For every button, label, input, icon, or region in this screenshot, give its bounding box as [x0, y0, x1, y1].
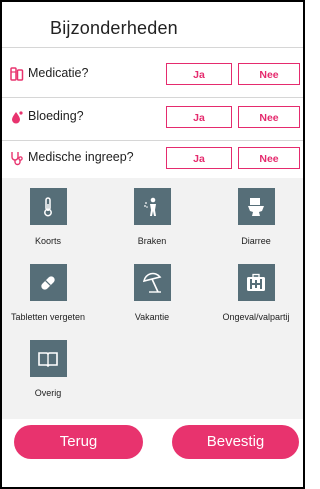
question-label: Bloeding?: [28, 109, 84, 123]
back-button[interactable]: Terug: [14, 425, 143, 459]
question-label: Medische ingreep?: [28, 150, 134, 164]
category-braken[interactable]: Braken: [106, 188, 198, 246]
question-row-medicatie: Medicatie? Ja Nee: [0, 53, 305, 97]
category-tabletten-vergeten[interactable]: Tabletten vergeten: [2, 264, 94, 322]
confirm-button[interactable]: Bevestig: [172, 425, 299, 459]
category-label: Ongeval/valpartij: [222, 312, 290, 322]
category-overig[interactable]: Overig: [2, 340, 94, 398]
bloeding-no-button[interactable]: Nee: [238, 106, 300, 128]
category-koorts[interactable]: Koorts: [2, 188, 94, 246]
bloeding-yes-button[interactable]: Ja: [166, 106, 232, 128]
category-ongeval-valpartij[interactable]: Ongeval/valpartij: [210, 264, 302, 322]
first-aid-kit-icon: [237, 264, 275, 301]
question-row-medische-ingreep: Medische ingreep? Ja Nee: [0, 137, 305, 181]
capsule-icon: [29, 264, 67, 301]
toilet-icon: [237, 188, 275, 225]
thermometer-icon: [29, 188, 67, 225]
category-label: Vakantie: [134, 312, 170, 322]
page-title: Bijzonderheden: [50, 18, 178, 38]
pill-bottle-icon: [10, 66, 24, 82]
category-vakantie[interactable]: Vakantie: [106, 264, 198, 322]
open-book-icon: [29, 340, 67, 377]
question-row-bloeding: Bloeding? Ja Nee: [0, 96, 305, 140]
category-label: Braken: [137, 236, 167, 246]
blood-drop-icon: [10, 109, 24, 125]
category-label: Overig: [34, 388, 62, 398]
medische-ingreep-yes-button[interactable]: Ja: [166, 147, 232, 169]
beach-umbrella-icon: [133, 264, 171, 301]
medische-ingreep-no-button[interactable]: Nee: [238, 147, 300, 169]
stethoscope-icon: [10, 150, 24, 166]
category-label: Tabletten vergeten: [10, 312, 86, 322]
category-label: Koorts: [34, 236, 61, 246]
divider: [2, 47, 303, 48]
category-diarree[interactable]: Diarree: [210, 188, 302, 246]
category-grid: Koorts Braken Diarree Tabletten vergeten…: [2, 178, 303, 419]
vomiting-person-icon: [133, 188, 171, 225]
medicatie-yes-button[interactable]: Ja: [166, 63, 232, 85]
category-label: Diarree: [241, 236, 271, 246]
question-label: Medicatie?: [28, 66, 89, 80]
medicatie-no-button[interactable]: Nee: [238, 63, 300, 85]
